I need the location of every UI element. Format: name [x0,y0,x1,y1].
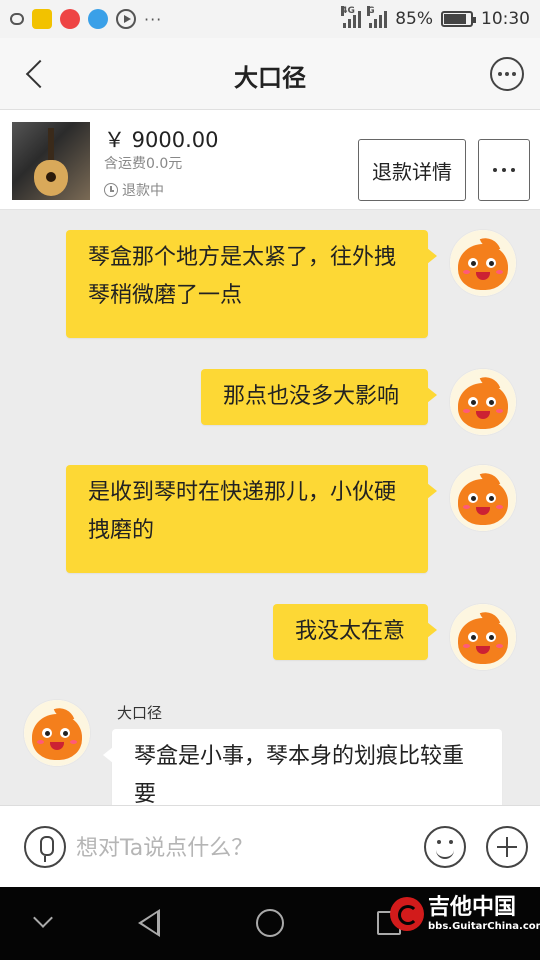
chat-header: 大口径 [0,38,540,110]
my-avatar[interactable] [450,369,516,435]
message-bubble-outgoing[interactable]: 琴盒那个地方是太紧了，往外拽琴稍微磨了一点 [66,230,437,338]
dot-icon [505,72,509,76]
page-title: 大口径 [234,64,306,92]
message-bubble-outgoing[interactable]: 那点也没多大影响 [201,369,437,425]
chat-notification-icon [10,13,24,25]
refund-status: 退款中 [104,180,164,200]
system-nav-bar: 吉他中国 bbs.GuitarChina.com [0,887,540,960]
weibo-notification-icon [60,9,80,29]
refund-details-button[interactable]: 退款详情 [358,139,466,201]
message-bubble-outgoing[interactable]: 我没太在意 [273,604,437,660]
contact-avatar[interactable] [24,700,90,766]
hide-keyboard-icon[interactable] [33,908,53,928]
signal-4g-icon: 4G [341,6,362,28]
message-list[interactable]: 琴盒那个地方是太紧了，往外拽琴稍微磨了一点 那点也没多大影响 是收到琴时在快递那… [0,210,540,805]
dot-icon [493,168,497,172]
clock-icon [104,183,118,197]
watermark-title: 吉他中国 [428,895,517,920]
dot-icon [512,72,516,76]
product-more-button[interactable] [478,139,530,201]
guitar-soundhole [46,172,56,182]
weibo-notification-icon-2 [88,9,108,29]
status-bar: ··· 4G G 85% 10:30 [0,0,540,38]
network-4g-label: 4G [341,6,355,16]
network-g-label: G [367,6,375,16]
battery-fill [444,14,467,24]
my-avatar[interactable] [450,230,516,296]
emoji-icon[interactable] [424,826,466,868]
watermark: 吉他中国 bbs.GuitarChina.com [390,895,540,933]
my-avatar[interactable] [450,465,516,531]
message-input-bar [0,805,540,887]
guitar-neck [48,128,54,164]
my-avatar[interactable] [450,604,516,670]
clock: 10:30 [481,9,530,29]
watermark-url: bbs.GuitarChina.com [428,921,540,932]
microphone-icon[interactable] [24,826,66,868]
battery-percent: 85% [395,9,433,29]
battery-icon [441,11,476,27]
product-thumbnail[interactable] [12,122,90,200]
media-play-icon [116,9,136,29]
app-notification-icon [32,9,52,29]
shipping-info: 含运费0.0元 [104,156,183,172]
guitarchina-logo-icon [390,897,424,931]
sender-name: 大口径 [117,704,163,722]
add-attachment-icon[interactable] [486,826,528,868]
signal-g-icon: G [367,6,388,28]
message-input[interactable] [76,828,406,868]
nav-home-icon[interactable] [256,909,284,937]
dot-icon [511,168,515,172]
refund-status-label: 退款中 [122,183,164,199]
dot-icon [502,168,506,172]
message-bubble-outgoing[interactable]: 是收到琴时在快递那儿，小伙硬拽磨的 [66,465,437,573]
more-notifications-icon: ··· [144,9,163,29]
more-options-button[interactable] [490,57,524,91]
dot-icon [498,72,502,76]
message-bubble-incoming[interactable]: 琴盒是小事，琴本身的划痕比较重要 [103,729,502,805]
nav-back-icon-inner [142,913,157,933]
product-card[interactable]: ￥ 9000.00 含运费0.0元 退款中 退款详情 [0,110,540,210]
product-price: ￥ 9000.00 [104,128,219,152]
